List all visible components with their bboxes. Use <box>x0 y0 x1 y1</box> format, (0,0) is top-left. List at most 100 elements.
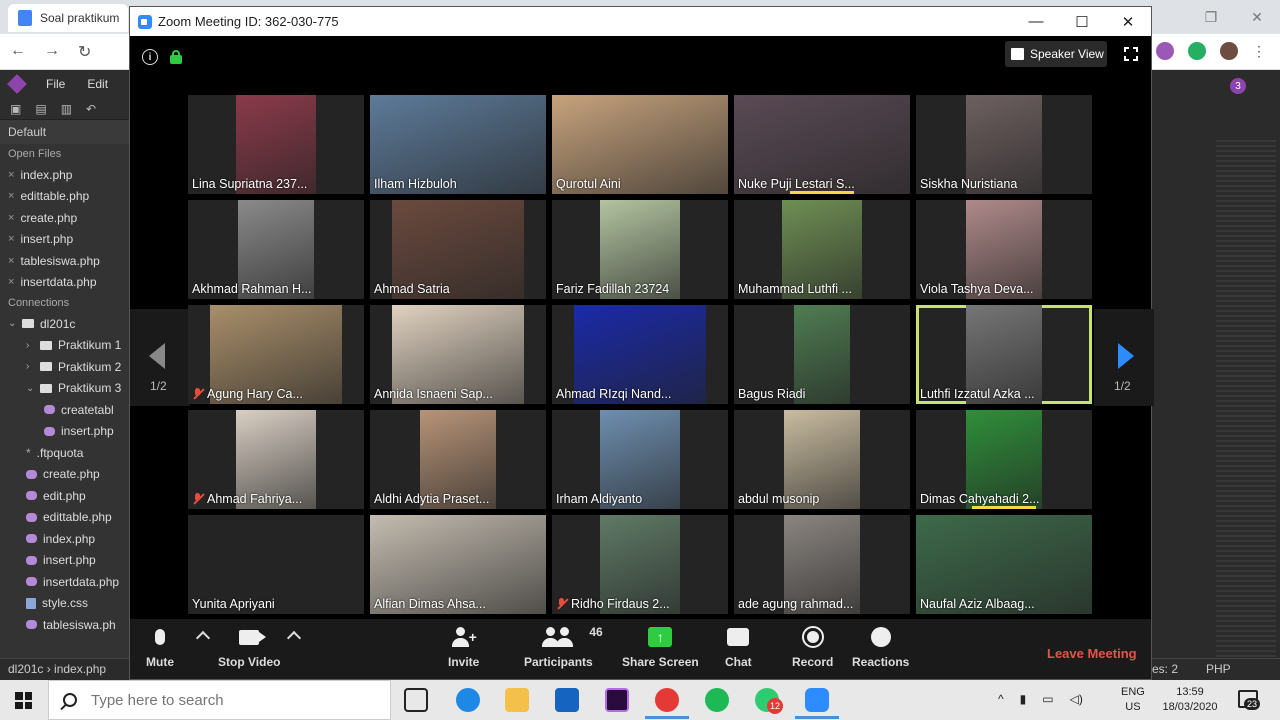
tree-item[interactable]: ⌄ dl201c <box>0 313 129 335</box>
tree-item[interactable]: style.css <box>0 593 129 615</box>
chevron-down-icon[interactable]: ⌄ <box>26 383 34 394</box>
spotify-icon[interactable] <box>705 688 729 712</box>
notification-badge[interactable]: 3 <box>1230 78 1246 94</box>
participant-tile[interactable]: Ahmad RIzqi Nand... <box>552 305 728 404</box>
fullscreen-icon[interactable] <box>1123 46 1139 62</box>
windows-start-icon[interactable] <box>15 692 32 709</box>
participant-tile[interactable]: Bagus Riadi <box>734 305 910 404</box>
taskbar-search-input[interactable] <box>91 691 371 709</box>
close-icon[interactable]: × <box>8 276 14 288</box>
participant-tile[interactable]: Muhammad Luthfi ... <box>734 200 910 299</box>
minimize-icon[interactable]: — <box>1013 7 1059 36</box>
participant-tile[interactable]: Siskha Nuristiana <box>916 95 1092 194</box>
close-icon[interactable]: × <box>8 212 14 224</box>
open-file-item[interactable]: × index.php <box>0 164 129 186</box>
battery-icon[interactable]: ▮ <box>1020 692 1027 706</box>
edge-browser-icon[interactable] <box>456 688 480 712</box>
participant-tile[interactable]: Ahmad Fahriya... <box>188 410 364 509</box>
participant-tile[interactable]: Nuke Puji Lestari S... <box>734 95 910 194</box>
back-icon[interactable]: ← <box>10 42 26 62</box>
tree-item[interactable]: edit.php <box>0 485 129 507</box>
network-icon[interactable]: ▭ <box>1042 692 1053 706</box>
tree-item[interactable]: insert.php <box>0 550 129 572</box>
tree-item[interactable]: › Praktikum 2 <box>0 356 129 378</box>
speaker-view-button[interactable]: Speaker View <box>1005 41 1107 67</box>
menu-edit[interactable]: Edit <box>87 77 108 91</box>
participant-tile[interactable]: ade agung rahmad... <box>734 515 910 614</box>
participant-tile[interactable]: Viola Tashya Deva... <box>916 200 1092 299</box>
taskbar-search[interactable] <box>48 680 391 720</box>
open-file-item[interactable]: × create.php <box>0 207 129 229</box>
close-icon[interactable]: × <box>8 255 14 267</box>
participant-tile[interactable]: Fariz Fadillah 23724 <box>552 200 728 299</box>
meeting-info-icon[interactable]: i <box>142 49 158 65</box>
extension-icon[interactable] <box>1156 42 1174 60</box>
close-icon[interactable]: × <box>8 169 14 181</box>
save-icon[interactable]: ▤ <box>35 102 46 116</box>
participant-tile[interactable]: Dimas Cahyahadi 2... <box>916 410 1092 509</box>
browser-tab[interactable]: Soal praktikum <box>8 4 128 32</box>
record-button[interactable]: Record <box>792 625 833 669</box>
video-options-chevron-icon[interactable] <box>286 630 302 646</box>
save-all-icon[interactable]: ▥ <box>61 102 72 116</box>
project-label[interactable]: Default <box>0 120 129 144</box>
participant-tile[interactable]: Ahmad Satria <box>370 200 546 299</box>
tree-item[interactable]: index.php <box>0 528 129 550</box>
participant-tile[interactable]: Naufal Aziz Albaag... <box>916 515 1092 614</box>
new-file-icon[interactable]: ▣ <box>10 102 21 116</box>
participant-tile[interactable]: Ilham Hizbuloh <box>370 95 546 194</box>
tree-item[interactable]: tablesiswa.ph <box>0 614 129 636</box>
reactions-button[interactable]: Reactions <box>852 625 909 669</box>
previous-page-button[interactable]: 1/2 <box>130 309 190 406</box>
tree-item[interactable]: ⌄ Praktikum 3 <box>0 378 129 400</box>
open-file-item[interactable]: × edittable.php <box>0 186 129 208</box>
participant-tile[interactable]: Yunita Apriyani <box>188 515 364 614</box>
audio-options-chevron-icon[interactable] <box>195 630 211 646</box>
open-file-item[interactable]: × tablesiswa.php <box>0 250 129 272</box>
participant-tile[interactable]: Luthfi Izzatul Azka ... <box>916 305 1092 404</box>
encryption-lock-icon[interactable] <box>170 50 182 64</box>
tree-item[interactable]: create.php <box>0 464 129 486</box>
chevron-down-icon[interactable]: ⌄ <box>8 318 16 329</box>
tree-item[interactable]: createtabl <box>0 399 129 421</box>
participant-tile[interactable]: Annida Isnaeni Sap... <box>370 305 546 404</box>
premiere-icon[interactable] <box>605 688 629 712</box>
volume-icon[interactable]: ◁) <box>1070 692 1083 706</box>
close-icon[interactable]: ✕ <box>1234 9 1280 26</box>
taskbar-clock[interactable]: 13:59 18/03/2020 <box>1158 685 1222 715</box>
undo-icon[interactable]: ↶ <box>86 102 96 116</box>
participant-tile[interactable]: abdul musonip <box>734 410 910 509</box>
whatsapp-icon[interactable]: 12 <box>755 688 783 714</box>
next-page-button[interactable]: 1/2 <box>1094 309 1154 406</box>
reload-icon[interactable]: ↻ <box>78 42 91 62</box>
zoom-app-icon[interactable] <box>795 688 839 719</box>
participant-tile[interactable]: Akhmad Rahman H... <box>188 200 364 299</box>
participant-tile[interactable]: Aldhi Adytia Praset... <box>370 410 546 509</box>
chevron-right-icon[interactable]: › <box>26 340 34 351</box>
tree-item[interactable]: edittable.php <box>0 507 129 529</box>
share-screen-button[interactable]: ↑ Share Screen <box>622 625 699 669</box>
participant-tile[interactable]: Qurotul Aini <box>552 95 728 194</box>
participants-button[interactable]: 46 Participants <box>524 625 603 669</box>
status-language[interactable]: PHP <box>1206 662 1231 676</box>
menu-dots-icon[interactable]: ⋮ <box>1252 43 1266 60</box>
stop-video-button[interactable]: Stop Video <box>218 625 280 669</box>
tree-item[interactable]: insert.php <box>0 421 129 443</box>
participant-tile[interactable]: Irham Aldiyanto <box>552 410 728 509</box>
restore-icon[interactable]: ❐ <box>1188 9 1234 26</box>
invite-button[interactable]: + Invite <box>448 625 479 669</box>
chat-button[interactable]: Chat <box>725 625 752 669</box>
forward-icon[interactable]: → <box>44 42 60 62</box>
tree-item[interactable]: * .ftpquota <box>0 442 129 464</box>
chevron-right-icon[interactable]: › <box>26 361 34 372</box>
tree-item[interactable]: › Praktikum 1 <box>0 335 129 357</box>
open-file-item[interactable]: × insertdata.php <box>0 272 129 294</box>
participant-tile[interactable]: Alfian Dimas Ahsa... <box>370 515 546 614</box>
close-icon[interactable]: × <box>8 233 14 245</box>
chrome-icon[interactable] <box>645 688 689 719</box>
participant-tile[interactable]: Ridho Firdaus 2... <box>552 515 728 614</box>
tree-item[interactable]: insertdata.php <box>0 571 129 593</box>
chevron-up-icon[interactable]: ^ <box>998 692 1004 706</box>
close-icon[interactable]: ✕ <box>1105 7 1151 36</box>
mail-icon[interactable] <box>555 688 579 712</box>
